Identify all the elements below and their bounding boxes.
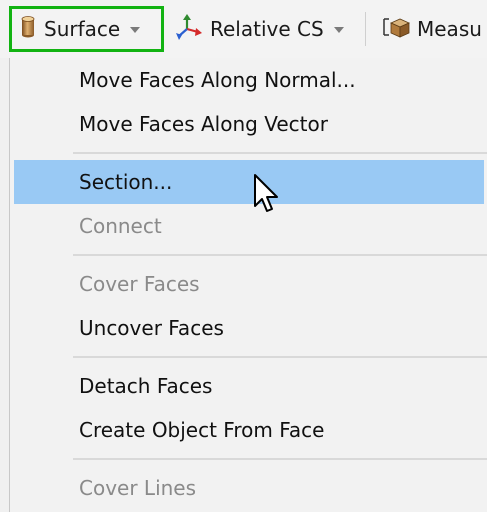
relative-cs-button-label: Relative CS [210,17,324,41]
measure-button[interactable]: Measu [377,6,487,52]
mouse-pointer-icon [253,173,281,215]
menu-item-label: Uncover Faces [79,316,224,340]
menu-item-label: Connect [79,214,162,238]
menu-item-cover-faces[interactable]: Cover Faces [10,262,487,306]
menu-item-uncover-faces[interactable]: Uncover Faces [10,306,487,350]
menu-item-connect[interactable]: Connect [10,204,487,248]
chevron-down-icon [130,27,141,33]
menu-separator [73,152,487,154]
menu-item-label: Detach Faces [79,374,213,398]
surface-menu-button[interactable]: Surface [9,6,164,52]
coordinate-axes-icon [176,13,202,45]
chevron-down-icon [333,27,344,33]
relative-cs-menu-button[interactable]: Relative CS [172,6,360,52]
menu-separator [73,254,487,256]
surface-dropdown-menu: Move Faces Along Normal... Move Faces Al… [9,58,487,512]
menu-item-label: Create Object From Face [79,418,325,442]
menu-item-create-object-from-face[interactable]: Create Object From Face [10,408,487,452]
menu-item-label: Move Faces Along Normal... [79,68,356,92]
surface-button-label: Surface [44,17,121,41]
menu-item-label: Cover Lines [79,476,197,500]
toolbar: Surface Relative CS Measu [0,0,487,58]
measure-box-icon [383,16,411,43]
menu-item-detach-faces[interactable]: Detach Faces [10,364,487,408]
menu-item-section[interactable]: Section... [14,160,484,204]
cylinder-surface-icon [21,15,35,43]
menu-item-cover-lines[interactable]: Cover Lines [10,466,487,510]
measure-button-label: Measu [417,17,482,41]
menu-separator [73,458,487,460]
menu-item-label: Move Faces Along Vector [79,112,328,136]
toolbar-separator [365,12,366,46]
menu-item-label: Cover Faces [79,272,200,296]
menu-item-label: Section... [79,170,173,194]
menu-separator [73,356,487,358]
menu-item-move-faces-along-vector[interactable]: Move Faces Along Vector [10,102,487,146]
menu-item-move-faces-along-normal[interactable]: Move Faces Along Normal... [10,58,487,102]
